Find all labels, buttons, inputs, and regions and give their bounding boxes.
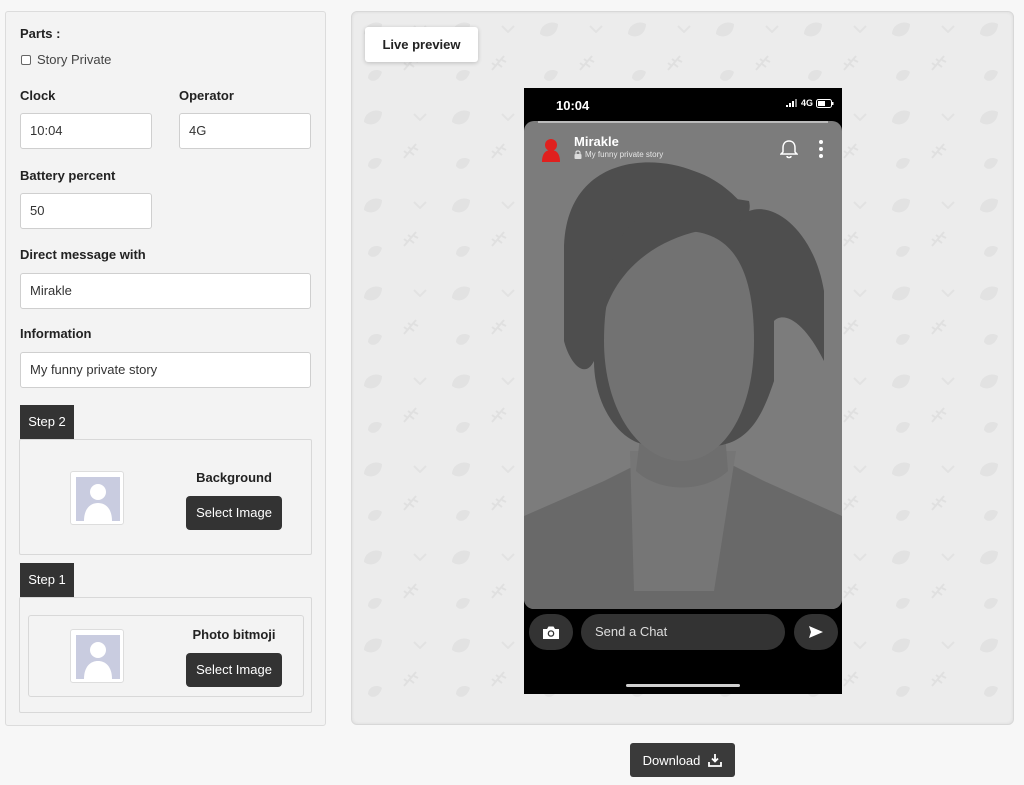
camera-icon xyxy=(543,626,559,639)
send-button[interactable] xyxy=(794,614,838,650)
parts-label: Parts : xyxy=(20,26,61,41)
battery-input[interactable]: 50 xyxy=(20,193,152,229)
story-private-label: Story Private xyxy=(37,52,112,67)
story-private-option[interactable]: Story Private xyxy=(21,52,111,67)
bitmoji-thumbnail xyxy=(70,629,124,683)
bell-icon[interactable] xyxy=(780,139,798,159)
story-view: Mirakle My funny private story xyxy=(524,121,842,609)
clock-label: Clock xyxy=(20,88,56,103)
bitmoji-step-box: Photo bitmoji Select Image xyxy=(19,597,312,713)
more-options-icon[interactable] xyxy=(818,139,824,159)
background-thumbnail xyxy=(70,471,124,525)
direct-message-input[interactable]: Mirakle xyxy=(20,273,311,309)
home-indicator xyxy=(626,684,740,687)
story-info-text: My funny private story xyxy=(585,150,664,159)
background-select-image-button[interactable]: Select Image xyxy=(186,496,282,530)
status-indicators: 4G xyxy=(785,98,834,108)
operator-input[interactable]: 4G xyxy=(179,113,311,149)
bitmoji-title: Photo bitmoji xyxy=(192,627,276,642)
battery-label: Battery percent xyxy=(20,168,116,183)
clock-input[interactable]: 10:04 xyxy=(20,113,152,149)
bitmoji-slot: Photo bitmoji Select Image xyxy=(28,615,304,697)
story-private-checkbox[interactable] xyxy=(21,54,31,65)
send-arrow-icon xyxy=(809,626,823,638)
background-step-box: Background Select Image xyxy=(19,439,312,555)
lock-icon xyxy=(574,150,582,159)
signal-icon xyxy=(785,99,797,107)
download-label: Download xyxy=(642,752,701,768)
camera-button[interactable] xyxy=(529,614,573,650)
battery-icon xyxy=(816,98,834,108)
information-label: Information xyxy=(20,326,92,341)
bitmoji-avatar-icon xyxy=(542,139,560,162)
live-preview-button[interactable]: Live preview xyxy=(365,27,478,62)
download-button[interactable]: Download xyxy=(630,743,735,777)
step-2-tab: Step 2 xyxy=(20,405,74,439)
step-1-tab: Step 1 xyxy=(20,563,74,597)
operator-label: Operator xyxy=(179,88,234,103)
story-info: My funny private story xyxy=(574,150,663,159)
chat-bottom-bar: Send a Chat xyxy=(524,614,842,652)
direct-message-label: Direct message with xyxy=(20,247,146,262)
send-chat-input[interactable]: Send a Chat xyxy=(581,614,785,650)
background-title: Background xyxy=(196,470,272,485)
phone-mockup: 10:04 4G Mirakle My funny private story … xyxy=(524,88,842,694)
live-preview-panel: Live preview 10:04 4G Mirakle My funny p… xyxy=(351,11,1014,725)
placeholder-silhouette xyxy=(524,162,842,609)
story-contact-name: Mirakle xyxy=(574,134,619,149)
status-time: 10:04 xyxy=(556,98,590,113)
settings-form-panel: Parts : Story Private Clock 10:04 Operat… xyxy=(5,11,326,726)
information-input[interactable]: My funny private story xyxy=(20,352,311,388)
status-operator: 4G xyxy=(800,98,813,108)
download-icon xyxy=(708,754,723,767)
bitmoji-select-image-button[interactable]: Select Image xyxy=(186,653,282,687)
